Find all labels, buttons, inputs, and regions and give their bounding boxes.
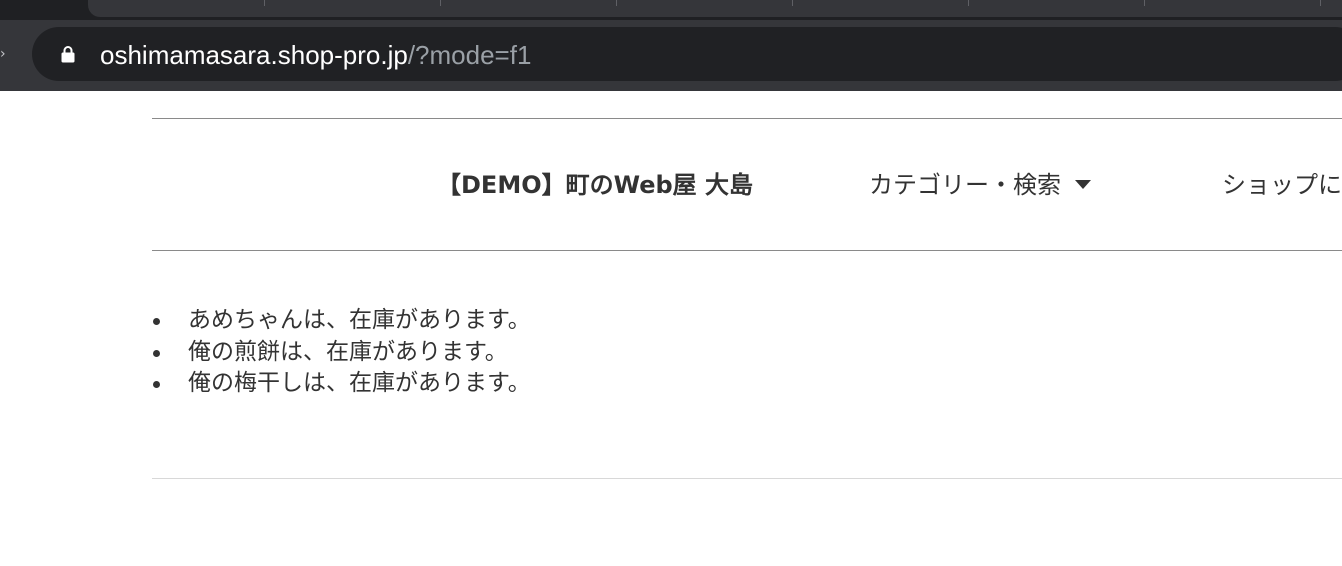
list-item: 俺の梅干しは、在庫があります。 (152, 368, 531, 400)
stock-item-text: あめちゃんは、在庫があります。 (188, 307, 531, 333)
category-search-label: カテゴリー・検索 (869, 171, 1061, 199)
url-host: oshimamasara.shop-pro.jp (100, 40, 408, 70)
header-bottom-divider (152, 250, 1342, 251)
list-item: あめちゃんは、在庫があります。 (152, 305, 531, 337)
back-button-edge[interactable]: › (0, 47, 6, 61)
browser-tab-strip (0, 0, 1342, 20)
tab-separator (792, 0, 793, 6)
content-divider (152, 478, 1342, 479)
category-search-menu[interactable]: カテゴリー・検索 (869, 165, 1091, 205)
tab-separator (968, 0, 969, 6)
stock-item-text: 俺の煎餅は、在庫があります。 (188, 338, 508, 365)
bullet-icon (153, 381, 160, 388)
tab-separator (1320, 0, 1321, 6)
tab-bar[interactable] (88, 0, 1342, 17)
lock-icon[interactable] (61, 45, 75, 63)
header-top-divider (152, 118, 1342, 119)
caret-down-icon (1075, 179, 1091, 189)
stock-item-text: 俺の梅干しは、在庫があります。 (188, 370, 531, 396)
tab-separator (440, 0, 441, 6)
tab-separator (264, 0, 265, 6)
bullet-icon (153, 318, 160, 325)
url-path: /?mode=f1 (407, 40, 532, 70)
page-content: 【DEMO】町のWeb屋 大島 カテゴリー・検索 ショップに あめちゃんは、在庫… (0, 91, 1342, 566)
list-item: 俺の煎餅は、在庫があります。 (152, 337, 531, 369)
tab-separator (616, 0, 617, 6)
nav-shop-link[interactable]: ショップに (1222, 165, 1342, 205)
shop-name-link[interactable]: 【DEMO】町のWeb屋 大島 (437, 165, 753, 205)
bullet-icon (153, 349, 160, 357)
tab-separator (1144, 0, 1145, 6)
url-text[interactable]: oshimamasara.shop-pro.jp/?mode=f1 (100, 38, 531, 72)
stock-status-list: あめちゃんは、在庫があります。 俺の煎餅は、在庫があります。 俺の梅干しは、在庫… (152, 305, 531, 400)
